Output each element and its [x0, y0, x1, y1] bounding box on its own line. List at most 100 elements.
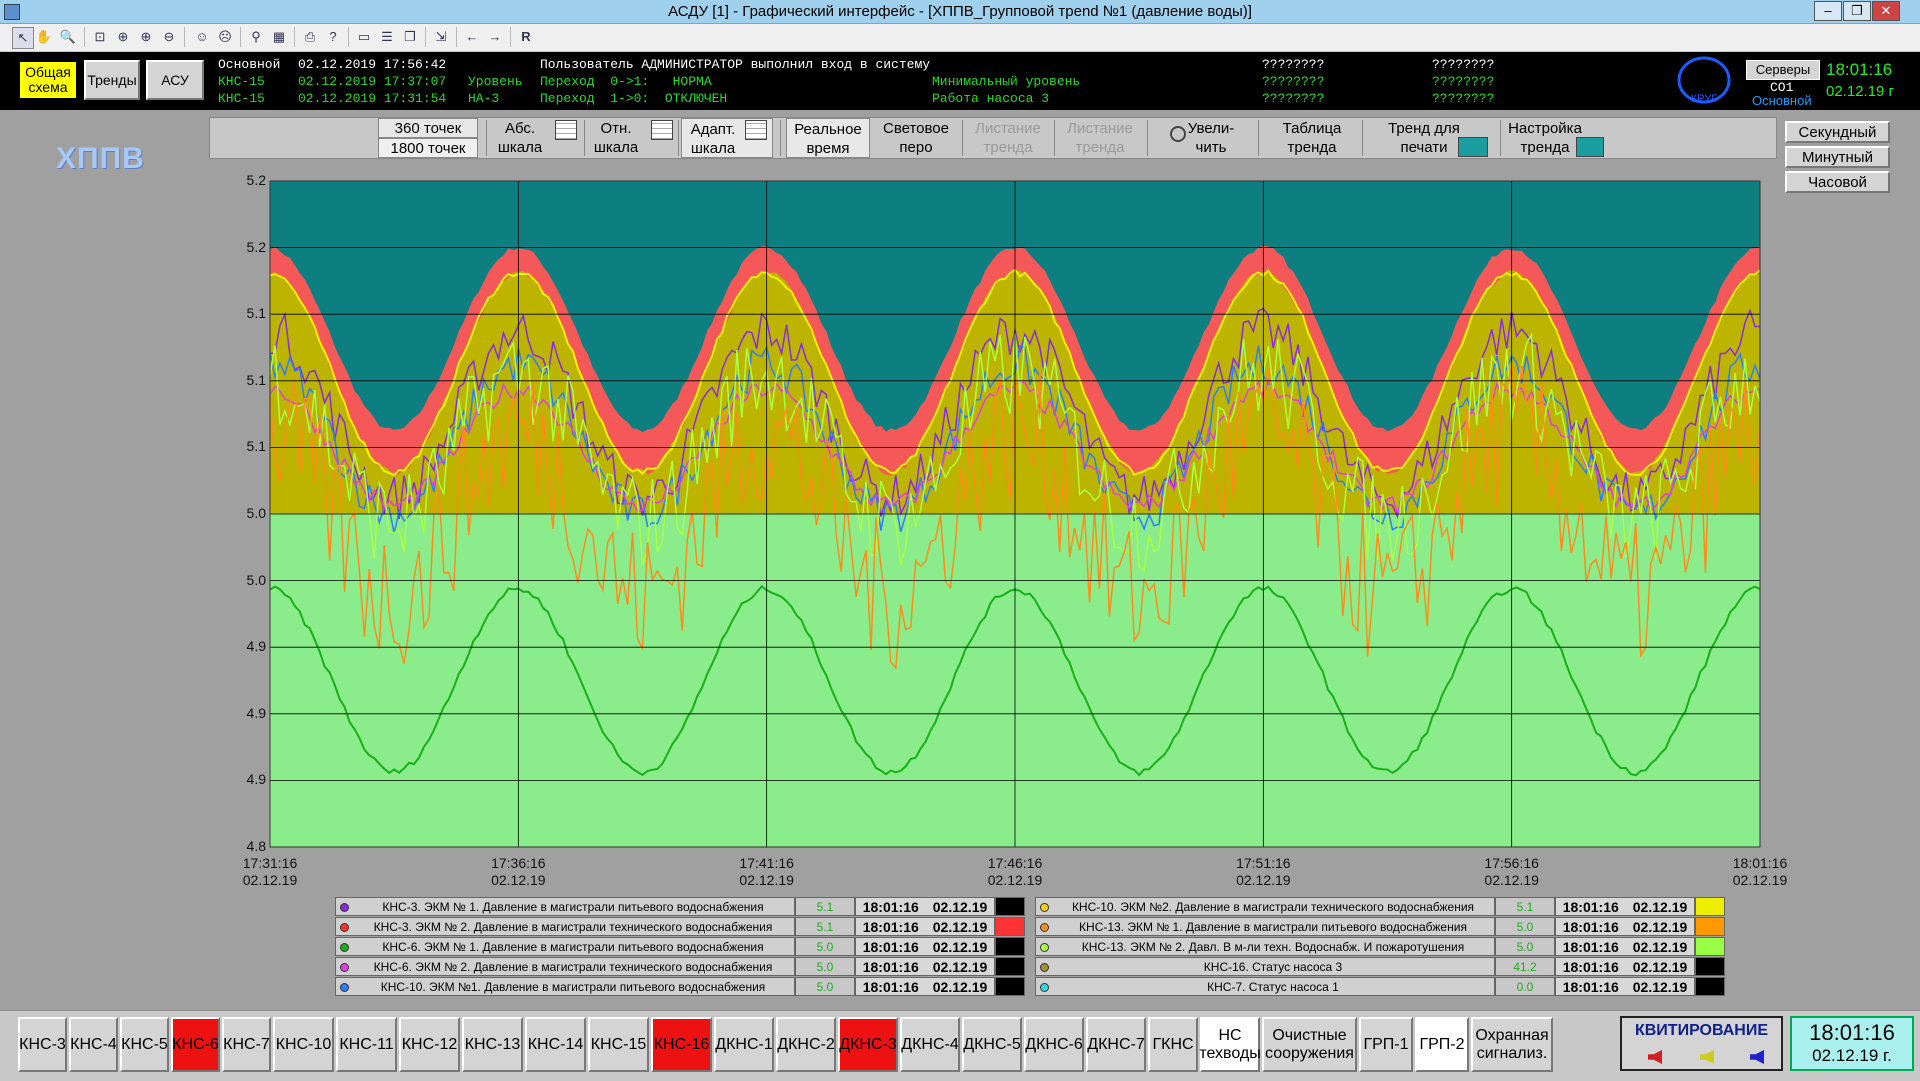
legend-row[interactable]: КНС-7. Статус насоса 1 0.0 18:01:16 02.12.1…	[1035, 977, 1725, 997]
station-button[interactable]: КНС-3	[18, 1017, 67, 1072]
legend-name: КНС-6. ЭКМ № 2. Давление в магистрали те…	[335, 957, 795, 976]
legend-name: КНС-6. ЭКМ № 1. Давление в магистрали пи…	[335, 937, 795, 956]
legend-time: 18:01:16	[862, 919, 919, 935]
station-button[interactable]: ГРП-2	[1415, 1017, 1469, 1072]
legend-swatch	[995, 957, 1025, 976]
acknowledge-button[interactable]: КВИТИРОВАНИЕ	[1620, 1016, 1783, 1071]
station-button[interactable]: КНС-11	[336, 1017, 397, 1072]
legend-date: 02.12.19	[1632, 959, 1688, 975]
station-button[interactable]: КНС-12	[399, 1017, 460, 1072]
legend-swatch	[1695, 917, 1725, 936]
y-tick-label: 5.2	[246, 238, 266, 255]
legend-timestamp: 18:01:16 02.12.19	[855, 937, 995, 956]
speaker-red-icon[interactable]	[1648, 1050, 1662, 1064]
speaker-blue-icon[interactable]	[1750, 1050, 1764, 1064]
station-button[interactable]: ДКНС-3	[838, 1017, 898, 1072]
legend-row[interactable]: КНС-13. ЭКМ № 1. Давление в магистрали п…	[1035, 917, 1725, 937]
legend-row[interactable]: КНС-6. ЭКМ № 1. Давление в магистрали пи…	[335, 937, 1025, 957]
legend-name: КНС-10. ЭКМ №1. Давление в магистрали пи…	[335, 977, 795, 996]
station-button[interactable]: ДКНС-1	[714, 1017, 774, 1072]
legend-value: 5.1	[795, 917, 855, 936]
legend-row[interactable]: КНС-16. Статус насоса 3 41.2 18:01:16 02.12…	[1035, 957, 1725, 977]
legend-row[interactable]: КНС-3. ЭКМ № 1. Давление в магистрали пи…	[335, 897, 1025, 917]
legend-time: 18:01:16	[1562, 959, 1619, 975]
station-button[interactable]: Охранная сигнализ.	[1471, 1017, 1553, 1072]
legend-row[interactable]: КНС-10. ЭКМ №1. Давление в магистрали пи…	[335, 977, 1025, 997]
x-tick-time: 17:31:16	[242, 855, 298, 871]
legend-swatch	[995, 937, 1025, 956]
legend-value: 5.0	[1495, 937, 1555, 956]
x-tick-time: 17:46:16	[987, 855, 1043, 871]
legend-name: КНС-16. Статус насоса 3	[1035, 957, 1495, 976]
legend-label: КНС-3. ЭКМ № 1. Давление в магистрали пи…	[382, 900, 764, 914]
legend-date: 02.12.19	[932, 939, 988, 955]
station-button[interactable]: НС техводы	[1199, 1017, 1261, 1072]
station-button[interactable]: КНС-5	[120, 1017, 169, 1072]
station-button[interactable]: КНС-15	[588, 1017, 649, 1072]
legend-timestamp: 18:01:16 02.12.19	[1555, 957, 1695, 976]
y-tick-label: 5.1	[246, 438, 266, 455]
legend-swatch	[995, 977, 1025, 996]
x-tick-time: 17:41:16	[739, 855, 794, 871]
legend-timestamp: 18:01:16 02.12.19	[1555, 977, 1695, 996]
x-tick-date: 02.12.19	[987, 872, 1043, 888]
legend-color-dot	[1040, 903, 1049, 912]
legend-swatch	[995, 897, 1025, 916]
station-button[interactable]: КНС-10	[273, 1017, 334, 1072]
legend-value: 41.2	[1495, 957, 1555, 976]
station-button[interactable]: КНС-7	[222, 1017, 271, 1072]
x-tick-time: 17:36:16	[491, 855, 546, 871]
legend-swatch	[995, 917, 1025, 936]
station-button[interactable]: Очистные сооружения	[1262, 1017, 1357, 1072]
station-button[interactable]: КНС-13	[462, 1017, 523, 1072]
legend-timestamp: 18:01:16 02.12.19	[1555, 937, 1695, 956]
legend-name: КНС-3. ЭКМ № 2. Давление в магистрали те…	[335, 917, 795, 936]
legend-label: КНС-16. Статус насоса 3	[1203, 960, 1343, 974]
station-button[interactable]: ГРП-1	[1359, 1017, 1413, 1072]
legend-label: КНС-13. ЭКМ № 2. Давл. В м-ли техн. Водо…	[1081, 940, 1465, 954]
legend-color-dot	[340, 983, 349, 992]
x-tick-label: 17:46:16 02.12.19	[965, 855, 1065, 889]
station-button[interactable]: ГКНС	[1148, 1017, 1198, 1072]
legend-value: 5.0	[1495, 917, 1555, 936]
legend-row[interactable]: КНС-6. ЭКМ № 2. Давление в магистрали те…	[335, 957, 1025, 977]
legend-label: КНС-3. ЭКМ № 2. Давление в магистрали те…	[373, 920, 773, 934]
legend-row[interactable]: КНС-10. ЭКМ №2. Давление в магистрали те…	[1035, 897, 1725, 917]
legend-date: 02.12.19	[932, 959, 988, 975]
acknowledge-label: КВИТИРОВАНИЕ	[1634, 1022, 1769, 1039]
speaker-yellow-icon[interactable]	[1700, 1050, 1714, 1064]
legend-date: 02.12.19	[932, 979, 988, 995]
legend-swatch	[1695, 937, 1725, 956]
station-button[interactable]: КНС-6	[171, 1017, 220, 1072]
legend-name: КНС-13. ЭКМ № 1. Давление в магистрали п…	[1035, 917, 1495, 936]
station-button[interactable]: ДКНС-5	[962, 1017, 1022, 1072]
station-button[interactable]: КНС-14	[525, 1017, 586, 1072]
station-button[interactable]: ДКНС-7	[1086, 1017, 1146, 1072]
y-tick-label: 4.9	[246, 638, 266, 655]
x-tick-label: 17:31:16 02.12.19	[220, 855, 320, 889]
legend-value: 5.1	[1495, 897, 1555, 916]
legend-time: 18:01:16	[862, 979, 919, 995]
legend-color-dot	[1040, 943, 1049, 952]
legend-swatch	[1695, 977, 1725, 996]
legend-value: 5.1	[795, 897, 855, 916]
station-button[interactable]: ДКНС-2	[776, 1017, 836, 1072]
legend-date: 02.12.19	[1632, 979, 1688, 995]
y-tick-label: 4.9	[246, 771, 266, 788]
legend-row[interactable]: КНС-3. ЭКМ № 2. Давление в магистрали те…	[335, 917, 1025, 937]
station-button[interactable]: КНС-4	[69, 1017, 118, 1072]
x-tick-date: 02.12.19	[1732, 872, 1788, 888]
legend-row[interactable]: КНС-13. ЭКМ № 2. Давл. В м-ли техн. Водо…	[1035, 937, 1725, 957]
legend-time: 18:01:16	[1562, 939, 1619, 955]
legend-time: 18:01:16	[1562, 919, 1619, 935]
station-button[interactable]: КНС-16	[651, 1017, 712, 1072]
legend-time: 18:01:16	[862, 899, 919, 915]
legend-color-dot	[1040, 923, 1049, 932]
station-button[interactable]: ДКНС-4	[900, 1017, 960, 1072]
legend-color-dot	[340, 923, 349, 932]
legend-label: КНС-10. ЭКМ №1. Давление в магистрали пи…	[380, 980, 766, 994]
legend-label: КНС-7. Статус насоса 1	[1207, 980, 1339, 994]
legend-label: КНС-6. ЭКМ № 2. Давление в магистрали те…	[373, 960, 773, 974]
station-button[interactable]: ДКНС-6	[1024, 1017, 1084, 1072]
legend-value: 5.0	[795, 957, 855, 976]
